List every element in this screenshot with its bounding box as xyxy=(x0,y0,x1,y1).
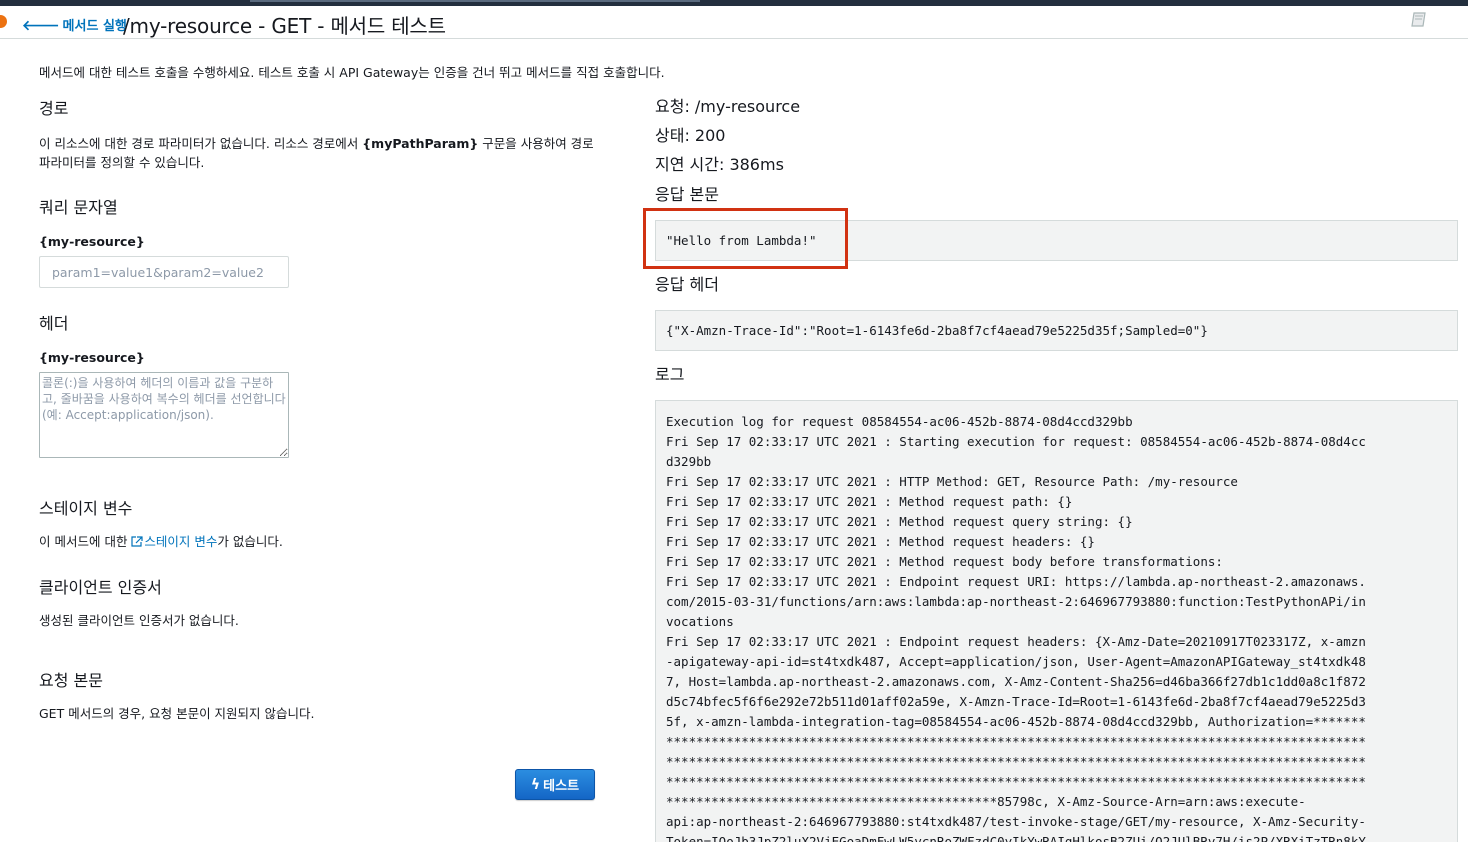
log-box: Execution log for request 08584554-ac06-… xyxy=(655,400,1458,842)
stage-variables-link[interactable]: 스테이지 변수 xyxy=(131,534,217,549)
back-to-method-execution-link[interactable]: 🡐 메서드 실행 xyxy=(22,15,127,34)
client-cert-heading: 클라이언트 인증서 xyxy=(39,578,162,597)
arrow-left-icon: 🡐 xyxy=(22,18,60,34)
query-string-input[interactable] xyxy=(39,256,289,288)
path-param-token: {myPathParam} xyxy=(362,136,479,151)
log-heading: 로그 xyxy=(655,365,685,384)
response-latency-line: 지연 시간: 386ms xyxy=(655,155,784,174)
response-status-line: 상태: 200 xyxy=(655,126,726,145)
request-body-text: GET 메서드의 경우, 요청 본문이 지원되지 않습니다. xyxy=(39,706,315,721)
stage-text-before: 이 메서드에 대한 xyxy=(39,534,132,549)
test-button-label: 테스트 xyxy=(543,779,580,794)
stage-variables-text: 이 메서드에 대한 스테이지 변수가 없습니다. xyxy=(39,532,283,551)
response-body-heading: 응답 본문 xyxy=(655,185,719,204)
path-description: 이 리소스에 대한 경로 파라미터가 없습니다. 리소스 경로에서 {myPat… xyxy=(39,134,594,172)
intro-text: 메서드에 대한 테스트 호출을 수행하세요. 테스트 호출 시 API Gate… xyxy=(39,65,665,80)
query-heading: 쿼리 문자열 xyxy=(39,198,118,217)
book-icon[interactable] xyxy=(1411,12,1429,28)
path-text-before: 이 리소스에 대한 경로 파라미터가 없습니다. 리소스 경로에서 xyxy=(39,136,363,151)
top-bar-highlight xyxy=(250,0,700,2)
client-cert-text: 생성된 클라이언트 인증서가 없습니다. xyxy=(39,613,239,628)
lightning-icon: ϟ xyxy=(530,776,541,793)
page-title: /my-resource - GET - 메서드 테스트 xyxy=(123,14,446,38)
response-headers-box: {"X-Amzn-Trace-Id":"Root=1-6143fe6d-2ba8… xyxy=(655,310,1458,351)
path-heading: 경로 xyxy=(39,99,69,118)
headers-textarea[interactable] xyxy=(39,372,289,458)
back-link-label: 메서드 실행 xyxy=(62,19,127,34)
stage-text-after: 가 없습니다. xyxy=(217,534,283,549)
test-button[interactable]: ϟ 테스트 xyxy=(515,769,595,800)
status-dot-icon xyxy=(0,15,7,28)
headers-heading: 헤더 xyxy=(39,314,69,333)
query-label: {my-resource} xyxy=(39,234,145,249)
highlight-annotation xyxy=(643,208,848,269)
external-link-icon xyxy=(131,536,144,547)
request-body-heading: 요청 본문 xyxy=(39,671,103,690)
headers-label: {my-resource} xyxy=(39,350,145,365)
response-headers-heading: 응답 헤더 xyxy=(655,275,719,294)
stage-variables-heading: 스테이지 변수 xyxy=(39,499,133,518)
response-request-line: 요청: /my-resource xyxy=(655,97,801,116)
page-header: 🡐 메서드 실행 /my-resource - GET - 메서드 테스트 xyxy=(0,6,1468,39)
stage-variables-link-label: 스테이지 변수 xyxy=(144,534,218,549)
